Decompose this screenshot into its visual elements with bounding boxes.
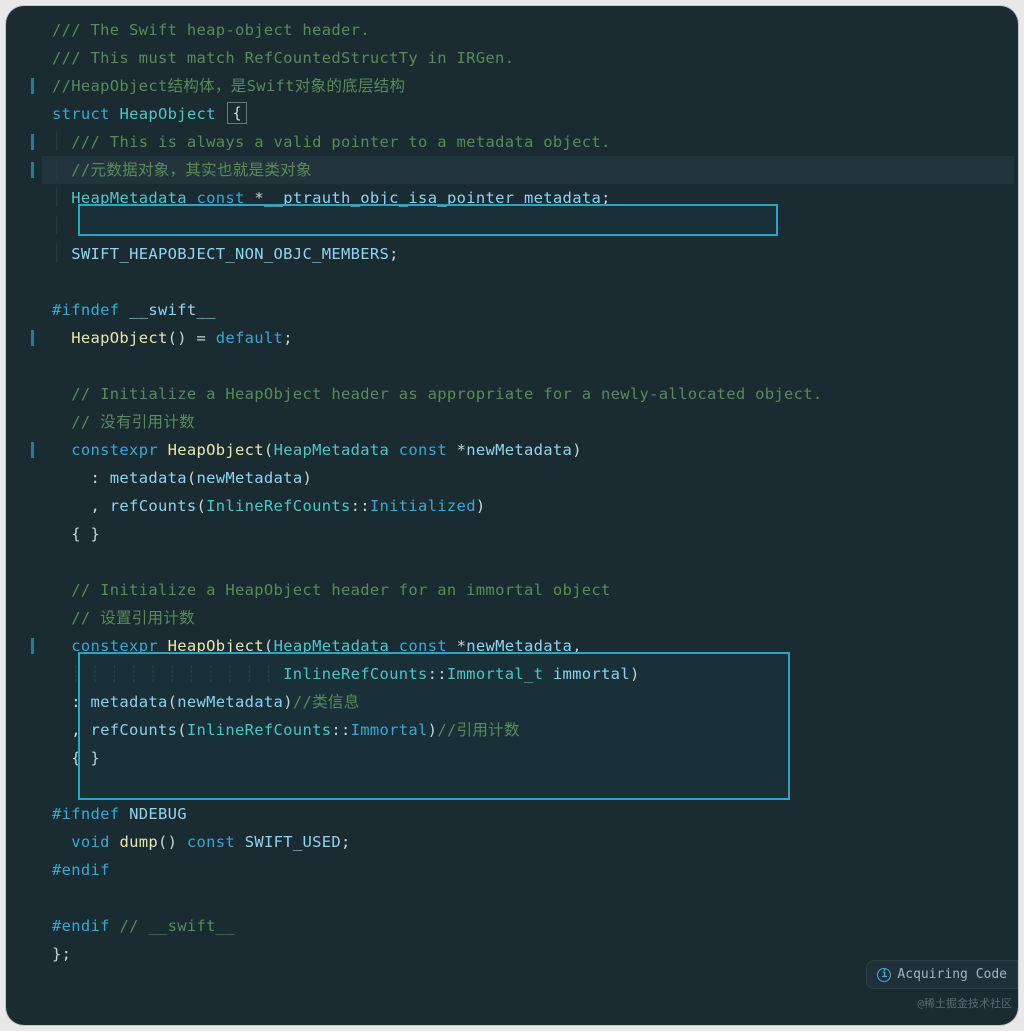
gutter-line — [6, 184, 36, 212]
gutter-line — [6, 772, 36, 800]
code-line[interactable]: /// The Swift heap-object header. — [42, 16, 1014, 44]
code-line[interactable]: // Initialize a HeapObject header as app… — [42, 380, 1014, 408]
gutter-line — [6, 632, 36, 660]
code-line[interactable]: #ifndef __swift__ — [42, 296, 1014, 324]
code-line[interactable]: #endif — [42, 856, 1014, 884]
gutter-line — [6, 240, 36, 268]
watermark: @稀土掘金技术社区 — [917, 995, 1012, 1011]
change-marker — [31, 162, 34, 178]
gutter-line — [6, 828, 36, 856]
gutter-line — [6, 688, 36, 716]
code-line[interactable]: , refCounts(InlineRefCounts::Immortal)//… — [42, 716, 1014, 744]
status-pill[interactable]: i Acquiring Code — [866, 960, 1018, 989]
gutter-line — [6, 800, 36, 828]
gutter-line — [6, 16, 36, 44]
gutter-line — [6, 100, 36, 128]
status-text: Acquiring Code — [897, 967, 1007, 982]
code-line[interactable]: // 没有引用计数 — [42, 408, 1014, 436]
gutter-line — [6, 716, 36, 744]
code-line[interactable] — [42, 772, 1014, 800]
gutter-line — [6, 44, 36, 72]
code-line[interactable] — [42, 884, 1014, 912]
gutter-line — [6, 744, 36, 772]
gutter-line — [6, 604, 36, 632]
code-line[interactable]: │ //元数据对象，其实也就是类对象 — [42, 156, 1014, 184]
code-line[interactable]: ┊ ┊ ┊ ┊ ┊ ┊ ┊ ┊ ┊ ┊ ┊ InlineRefCounts::I… — [42, 660, 1014, 688]
code-editor[interactable]: /// The Swift heap-object header./// Thi… — [6, 6, 1018, 1025]
change-marker — [31, 330, 34, 346]
code-line[interactable]: constexpr HeapObject(HeapMetadata const … — [42, 436, 1014, 464]
gutter-line — [6, 212, 36, 240]
gutter-line — [6, 296, 36, 324]
code-line[interactable]: void dump() const SWIFT_USED; — [42, 828, 1014, 856]
code-line[interactable]: , refCounts(InlineRefCounts::Initialized… — [42, 492, 1014, 520]
change-marker — [31, 78, 34, 94]
gutter-line — [6, 940, 36, 968]
code-line[interactable]: HeapObject() = default; — [42, 324, 1014, 352]
code-line[interactable] — [42, 548, 1014, 576]
code-line[interactable]: // Initialize a HeapObject header for an… — [42, 576, 1014, 604]
gutter-line — [6, 268, 36, 296]
gutter-line — [6, 436, 36, 464]
gutter-line — [6, 72, 36, 100]
line-gutter — [6, 16, 42, 1015]
gutter-line — [6, 128, 36, 156]
code-line[interactable]: #ifndef NDEBUG — [42, 800, 1014, 828]
gutter-line — [6, 520, 36, 548]
gutter-line — [6, 548, 36, 576]
code-content[interactable]: /// The Swift heap-object header./// Thi… — [42, 16, 1014, 1015]
gutter-line — [6, 492, 36, 520]
gutter-line — [6, 856, 36, 884]
gutter-line — [6, 408, 36, 436]
code-line[interactable]: struct HeapObject { — [42, 100, 1014, 128]
gutter-line — [6, 324, 36, 352]
code-line[interactable]: // 设置引用计数 — [42, 604, 1014, 632]
gutter-line — [6, 576, 36, 604]
code-line[interactable]: constexpr HeapObject(HeapMetadata const … — [42, 632, 1014, 660]
gutter-line — [6, 464, 36, 492]
gutter-line — [6, 380, 36, 408]
code-line[interactable]: #endif // __swift__ — [42, 912, 1014, 940]
gutter-line — [6, 352, 36, 380]
change-marker — [31, 134, 34, 150]
gutter-line — [6, 156, 36, 184]
code-line[interactable] — [42, 352, 1014, 380]
code-line[interactable]: │ HeapMetadata const *__ptrauth_objc_isa… — [42, 184, 1014, 212]
code-line[interactable] — [42, 268, 1014, 296]
change-marker — [31, 638, 34, 654]
code-line[interactable]: { } — [42, 744, 1014, 772]
code-line[interactable]: │ /// This is always a valid pointer to … — [42, 128, 1014, 156]
code-line[interactable]: /// This must match RefCountedStructTy i… — [42, 44, 1014, 72]
code-line[interactable]: │ SWIFT_HEAPOBJECT_NON_OBJC_MEMBERS; — [42, 240, 1014, 268]
code-line[interactable]: : metadata(newMetadata)//类信息 — [42, 688, 1014, 716]
gutter-line — [6, 884, 36, 912]
info-icon: i — [877, 968, 891, 982]
code-line[interactable]: { } — [42, 520, 1014, 548]
code-line[interactable]: │ — [42, 212, 1014, 240]
cursor-brace: { — [227, 102, 247, 124]
change-marker — [31, 442, 34, 458]
gutter-line — [6, 660, 36, 688]
code-line[interactable]: : metadata(newMetadata) — [42, 464, 1014, 492]
gutter-line — [6, 912, 36, 940]
code-line[interactable]: //HeapObject结构体，是Swift对象的底层结构 — [42, 72, 1014, 100]
